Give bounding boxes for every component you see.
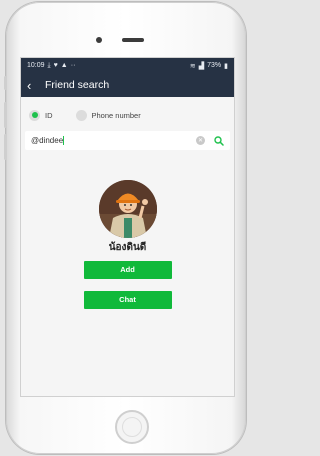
heart-icon: ♥	[53, 62, 58, 69]
download-icon: ⤓	[47, 61, 51, 69]
status-right: ≋ ▟ 73% ▮	[190, 62, 228, 70]
add-friend-button[interactable]: Add	[83, 261, 172, 279]
search-input[interactable]: @dindee ✕	[25, 131, 230, 150]
battery-icon: ▮	[224, 62, 228, 70]
wifi-icon: ≋	[189, 62, 196, 70]
avatar-illustration	[98, 180, 157, 238]
side-button	[4, 102, 7, 128]
search-icon[interactable]	[214, 135, 224, 146]
status-left: 10:09 ⤓ ♥ ▲ ··	[27, 62, 75, 70]
profile-name: น้องดินดี	[108, 242, 147, 253]
chat-button[interactable]: Chat	[83, 291, 172, 309]
app-screen: 10:09 ⤓ ♥ ▲ ·· ≋ ▟ 73% ▮ ‹ Friend search…	[20, 57, 235, 397]
search-result: น้องดินดี Add Chat	[21, 180, 234, 309]
side-button	[4, 134, 7, 160]
option-phone-label: Phone number	[91, 110, 141, 120]
option-id-label: ID	[45, 110, 53, 120]
status-time: 10:09	[27, 62, 45, 69]
search-input-value[interactable]: @dindee	[31, 135, 196, 146]
clear-icon[interactable]: ✕	[196, 136, 205, 145]
option-id[interactable]: ID	[29, 109, 53, 121]
app-header: ‹ Friend search	[21, 73, 234, 97]
battery-percent: 73%	[207, 62, 222, 69]
profile-avatar	[98, 180, 157, 238]
option-phone-number[interactable]: Phone number	[75, 109, 141, 121]
radio-unselected-icon[interactable]	[75, 109, 87, 121]
text-caret	[63, 136, 65, 146]
signal-icon: ▟	[198, 62, 205, 70]
warning-icon: ▲	[60, 62, 68, 69]
side-button	[4, 76, 7, 90]
search-value-text: @dindee	[31, 135, 64, 145]
front-camera	[96, 37, 102, 43]
page-title: Friend search	[45, 79, 110, 91]
status-bar: 10:09 ⤓ ♥ ▲ ·· ≋ ▟ 73% ▮	[21, 58, 234, 73]
search-type-selector: ID Phone number	[21, 102, 234, 128]
radio-selected-icon[interactable]	[29, 109, 40, 121]
home-button[interactable]	[115, 410, 149, 444]
back-arrow-icon[interactable]: ‹	[27, 79, 41, 92]
dots-icon: ··	[70, 62, 76, 69]
earpiece-speaker	[122, 38, 144, 42]
